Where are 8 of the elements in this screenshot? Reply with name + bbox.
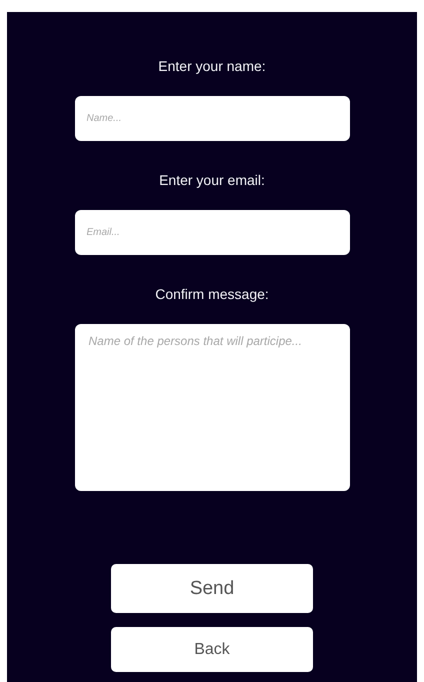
input-field[interactable]: Email... [74, 210, 350, 255]
button[interactable]: Send [111, 564, 313, 613]
field-label: Enter your email: [159, 171, 265, 190]
field-label: Confirm message: [155, 285, 269, 304]
input-field[interactable]: Name... [74, 96, 350, 141]
field-label: Enter your name: [158, 57, 266, 76]
button[interactable]: Back [111, 627, 313, 672]
message-field[interactable]: Name of the persons that will participe... [74, 324, 350, 491]
